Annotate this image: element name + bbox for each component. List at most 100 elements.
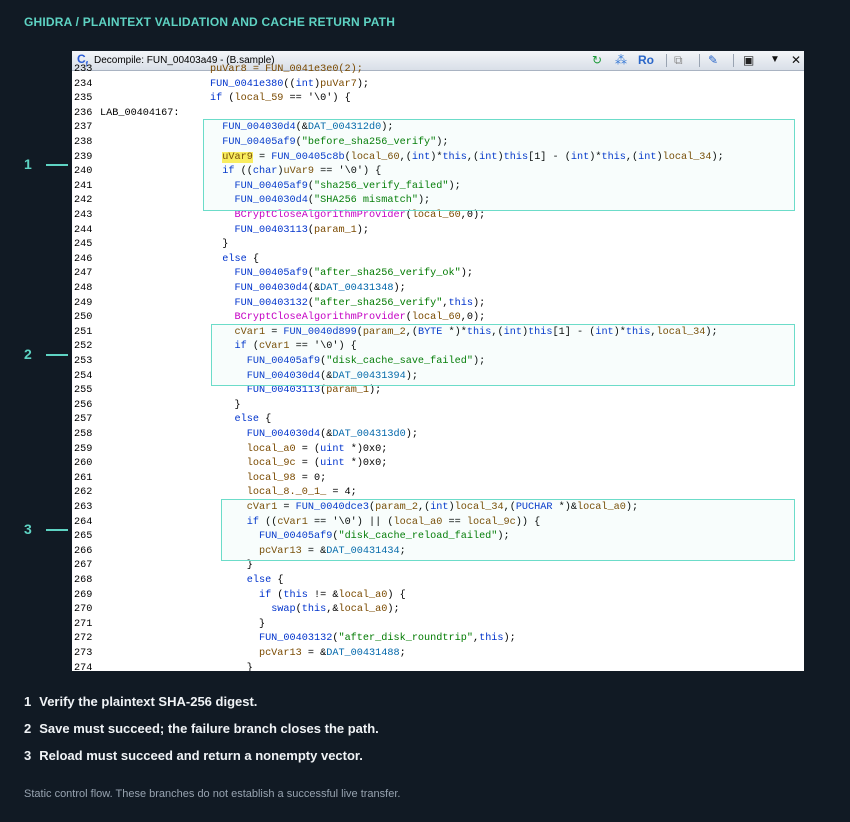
code-token[interactable]: ); xyxy=(406,371,418,382)
line-code[interactable]: if ((cVar1 == '\0') || (local_a0 == loca… xyxy=(100,516,541,531)
code-token[interactable]: ; xyxy=(400,648,406,659)
line-code[interactable]: if (local_59 == '\0') { xyxy=(100,92,351,107)
code-token[interactable]: this xyxy=(467,327,491,338)
line-code[interactable]: FUN_00405af9("disk_cache_reload_failed")… xyxy=(100,530,510,545)
code-token[interactable]: ; xyxy=(400,546,406,557)
code-token[interactable]: PUCHAR xyxy=(516,502,553,513)
code-token[interactable] xyxy=(100,137,222,148)
code-token[interactable]: ,( xyxy=(491,327,503,338)
code-token[interactable]: else xyxy=(247,575,271,586)
code-token[interactable]: this xyxy=(302,604,326,615)
code-token[interactable]: ,& xyxy=(326,604,338,615)
code-token[interactable]: this xyxy=(504,152,528,163)
code-token[interactable]: local_a0 xyxy=(247,444,296,455)
code-token[interactable]: swap xyxy=(271,604,295,615)
code-token[interactable]: FUN_00403132 xyxy=(235,298,308,309)
code-token[interactable] xyxy=(100,327,235,338)
line-code[interactable]: FUN_00405af9("before_sha256_verify"); xyxy=(100,136,448,151)
code-token[interactable]: FUN_00403113 xyxy=(247,385,320,396)
code-token[interactable]: ( xyxy=(247,341,259,352)
code-token[interactable]: uVar9 xyxy=(283,166,314,177)
code-token[interactable]: local_60 xyxy=(412,312,461,323)
code-token[interactable]: local_34 xyxy=(663,152,712,163)
line-code[interactable]: } xyxy=(100,559,253,574)
highlighted-token[interactable]: uVar9 xyxy=(222,151,253,163)
code-token[interactable]: DAT_00431348 xyxy=(320,283,393,294)
code-token[interactable] xyxy=(100,648,259,659)
line-code[interactable]: else { xyxy=(100,574,284,589)
code-token[interactable]: this xyxy=(601,152,625,163)
code-token[interactable] xyxy=(100,181,235,192)
code-token[interactable]: DAT_004313d0 xyxy=(332,429,405,440)
code-token[interactable]: == '\0') { xyxy=(283,93,351,104)
code-token[interactable]: )* xyxy=(614,327,626,338)
code-token[interactable]: ,( xyxy=(400,152,412,163)
code-token[interactable] xyxy=(100,283,235,294)
code-token[interactable]: FUN_00405af9 xyxy=(247,356,320,367)
code-token[interactable]: == '\0') { xyxy=(290,341,357,352)
line-code[interactable]: BCryptCloseAlgorithmProvider(local_60,0)… xyxy=(100,209,486,224)
line-code[interactable]: FUN_00405af9("disk_cache_save_failed"); xyxy=(100,355,485,370)
code-token[interactable]: char xyxy=(253,166,277,177)
code-token[interactable]: FUN_0040d899 xyxy=(283,327,356,338)
code-token[interactable]: FUN_0041e380 xyxy=(210,79,283,90)
code-token[interactable]: "sha256_verify_failed" xyxy=(314,181,449,192)
code-token[interactable]: param_2 xyxy=(363,327,406,338)
code-token[interactable] xyxy=(100,590,259,601)
code-token[interactable]: ,0); xyxy=(461,312,485,323)
code-token[interactable]: (& xyxy=(296,122,308,133)
code-token[interactable] xyxy=(100,414,235,425)
code-token[interactable]: ); xyxy=(393,283,405,294)
code-token[interactable]: pcVar13 xyxy=(259,546,302,557)
line-code[interactable]: FUN_004030d4(&DAT_00431394); xyxy=(100,370,418,385)
line-code[interactable]: FUN_004030d4(&DAT_004312d0); xyxy=(100,121,393,136)
code-token[interactable]: FUN_00405af9 xyxy=(222,137,295,148)
line-code[interactable]: FUN_00403132("after_sha256_verify",this)… xyxy=(100,297,486,312)
code-token[interactable]: LAB_00404167: xyxy=(100,108,179,119)
line-code[interactable]: if (cVar1 == '\0') { xyxy=(100,340,357,355)
code-token[interactable] xyxy=(100,64,210,75)
code-token[interactable]: local_59 xyxy=(235,93,284,104)
line-code[interactable]: FUN_00403113(param_1); xyxy=(100,224,370,239)
code-token[interactable]: "after_sha256_verify" xyxy=(314,298,442,309)
code-token[interactable]: == '\0') { xyxy=(314,166,381,177)
code-token[interactable]: ,( xyxy=(418,502,430,513)
code-token[interactable]: { xyxy=(247,254,259,265)
line-code[interactable]: local_9c = (uint *)0x0; xyxy=(100,457,388,472)
code-token[interactable]: "SHA256 mismatch" xyxy=(314,195,418,206)
code-token[interactable]: ); xyxy=(473,356,485,367)
line-code[interactable]: } xyxy=(100,399,240,414)
code-token[interactable]: FUN_004030d4 xyxy=(235,283,308,294)
line-code[interactable]: swap(this,&local_a0); xyxy=(100,603,399,618)
code-token[interactable] xyxy=(100,531,259,542)
code-token[interactable]: else xyxy=(235,414,259,425)
code-token[interactable]: (( xyxy=(259,517,277,528)
line-code[interactable]: } xyxy=(100,618,265,633)
code-token[interactable]: "after_sha256_verify_ok" xyxy=(314,268,461,279)
code-token[interactable] xyxy=(100,356,247,367)
code-token[interactable]: == '\0') || ( xyxy=(308,517,393,528)
code-token[interactable]: local_a0 xyxy=(338,604,387,615)
code-token[interactable]: ); xyxy=(406,429,418,440)
code-token[interactable]: )* xyxy=(430,152,442,163)
code-token[interactable]: "disk_cache_save_failed" xyxy=(326,356,473,367)
code-token[interactable]: this xyxy=(626,327,650,338)
code-token[interactable]: )* xyxy=(589,152,601,163)
code-token[interactable]: != & xyxy=(308,590,338,601)
line-code[interactable]: } xyxy=(100,238,228,253)
code-token[interactable]: ); xyxy=(436,137,448,148)
code-token[interactable]: [1] - ( xyxy=(528,152,571,163)
code-token[interactable]: { xyxy=(271,575,283,586)
code-token[interactable]: ); xyxy=(381,122,393,133)
code-token[interactable] xyxy=(100,371,247,382)
code-token[interactable]: FUN_004030d4 xyxy=(222,122,295,133)
line-code[interactable]: LAB_00404167: xyxy=(100,107,179,122)
code-token[interactable]: int xyxy=(412,152,430,163)
code-token[interactable]: DAT_00431394 xyxy=(332,371,405,382)
code-token[interactable]: } xyxy=(100,560,253,571)
code-token[interactable] xyxy=(100,166,222,177)
code-token[interactable]: ); xyxy=(497,531,509,542)
code-token[interactable]: this xyxy=(283,590,307,601)
line-code[interactable]: local_98 = 0; xyxy=(100,472,327,487)
line-code[interactable]: uVar9 = FUN_00405c8b(local_60,(int)*this… xyxy=(100,151,724,166)
